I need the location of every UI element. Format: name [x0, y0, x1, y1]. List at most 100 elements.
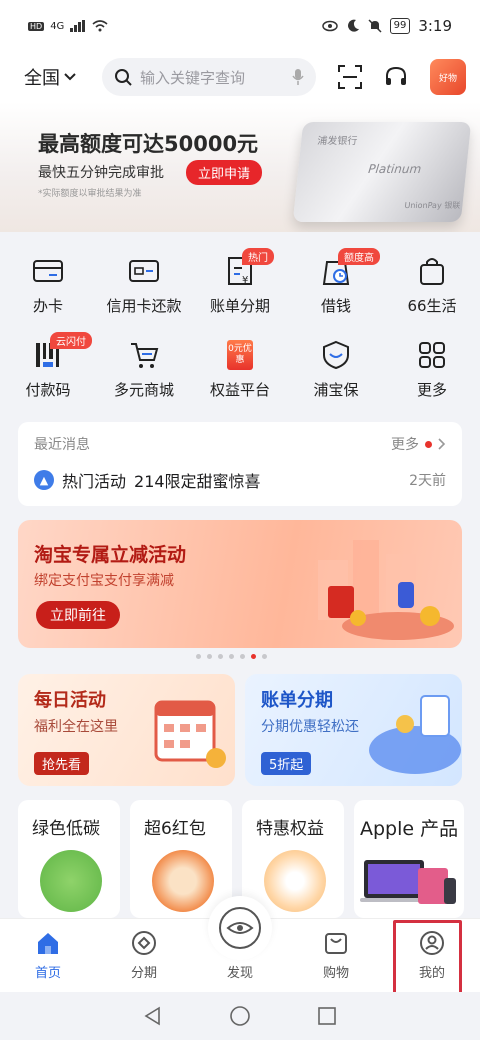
leaf-icon [40, 850, 102, 912]
carousel-dot [218, 654, 223, 659]
cart-icon [127, 338, 161, 371]
promo-illustration [318, 540, 454, 640]
message-category: 热门活动 [62, 472, 127, 491]
microphone-icon[interactable] [292, 69, 304, 85]
service-label: 账单分期 [209, 297, 270, 315]
status-bar: HD 4G 99 3:19 [0, 0, 480, 52]
promo-subtitle: 绑定支付宝支付享满减 [34, 573, 174, 589]
search-icon [115, 69, 132, 86]
back-icon[interactable] [143, 1006, 163, 1026]
hd-icon: HD [28, 21, 45, 31]
region-selector[interactable]: 全国 [24, 64, 102, 90]
card-subtitle: 福利全在这里 [34, 719, 118, 735]
tile-title: Apple 产品 [360, 818, 459, 840]
banner-subtitle: 最快五分钟完成审批 [38, 165, 164, 181]
promo-title: 淘宝专属立减活动 [34, 544, 187, 566]
carousel-dot [262, 654, 267, 659]
carousel-indicator [196, 654, 267, 659]
carousel-dot-active [251, 654, 256, 659]
service-label: 浦宝保 [313, 381, 359, 399]
avatar-text: 好物 [438, 73, 457, 84]
flame-icon: ▲ [34, 470, 54, 490]
service-label: 权益平台 [209, 381, 270, 399]
top-bar: 全国 输入关键字查询 好物 [0, 52, 480, 102]
grid-icon [415, 338, 449, 371]
discount-button[interactable]: 5折起 [261, 752, 312, 775]
service-borrow-money[interactable]: 额度高 借钱 [288, 232, 384, 316]
credit-card-image: 浦发银行 Platinum UnionPay 银联 [292, 122, 472, 222]
card-title: 每日活动 [34, 690, 106, 711]
devices-icon [360, 860, 456, 904]
scan-icon[interactable] [338, 65, 362, 89]
service-bill-installment[interactable]: 热门 ¥ 账单分期 [192, 232, 288, 316]
card-tier: Platinum [367, 162, 422, 176]
moon-icon [347, 19, 359, 32]
home-circle-icon[interactable] [229, 1005, 251, 1027]
service-insurance[interactable]: 浦宝保 [288, 316, 384, 400]
wifi-icon [92, 20, 108, 32]
credit-card-banner[interactable]: 最高额度可达50000元 最快五分钟完成审批 立即申请 *实际额度以审批结果为准… [0, 102, 480, 232]
discover-center-button[interactable] [208, 896, 272, 960]
search-placeholder: 输入关键字查询 [140, 68, 246, 87]
service-66-life[interactable]: 66生活 [384, 232, 480, 316]
tab-label: 购物 [322, 966, 349, 981]
service-more[interactable]: 更多 [384, 316, 480, 400]
service-label: 付款码 [25, 381, 71, 399]
apple-products-tile[interactable]: Apple 产品 [354, 800, 464, 918]
user-icon [420, 931, 444, 955]
installment-illustration [369, 695, 461, 774]
card-bank-name: 浦发银行 [316, 136, 358, 147]
tab-home[interactable]: 首页 [0, 919, 96, 992]
shop-avatar-icon[interactable]: 好物 [430, 59, 466, 95]
mute-icon [368, 19, 382, 33]
recents-icon[interactable] [317, 1006, 337, 1026]
tab-label: 首页 [34, 966, 61, 981]
taobao-promo-banner[interactable]: 淘宝专属立减活动 绑定支付宝支付享满减 立即前往 [18, 520, 462, 648]
go-now-button[interactable]: 立即前往 [36, 601, 120, 629]
message-item[interactable]: ▲ 热门活动 214限定甜蜜惊喜 2天前 [34, 468, 446, 492]
eye-icon [219, 907, 261, 949]
carousel-dot [229, 654, 234, 659]
carousel-dot [207, 654, 212, 659]
signal-icon [70, 20, 86, 32]
messages-more-link[interactable]: 更多 [391, 434, 446, 454]
service-grid: 办卡 信用卡还款 热门 ¥ 账单分期 额度高 借钱 66生活 云闪付 付款码 多… [0, 232, 480, 412]
banner-title: 最高额度可达50000元 [38, 132, 259, 156]
card-icon [31, 254, 65, 287]
search-input[interactable]: 输入关键字查询 [102, 58, 316, 96]
hot-badge: 热门 [242, 248, 274, 265]
carousel-dot [240, 654, 245, 659]
daily-activity-card[interactable]: 每日活动 福利全在这里 抢先看 [18, 674, 235, 786]
chevron-down-icon [64, 73, 76, 81]
red-packet-tile[interactable]: 超6红包 [130, 800, 232, 918]
benefit-icon-text: 0元优惠 [227, 339, 253, 370]
eye-comfort-icon [321, 20, 338, 32]
high-limit-badge: 额度高 [338, 248, 380, 265]
tab-installment[interactable]: 分期 [96, 919, 192, 992]
service-benefit-platform[interactable]: 0元优惠 权益平台 [192, 316, 288, 400]
shopping-bag-icon [325, 933, 347, 954]
headset-icon[interactable] [384, 65, 408, 89]
service-label: 66生活 [407, 297, 457, 315]
message-text: 214限定甜蜜惊喜 [134, 472, 261, 491]
service-apply-card[interactable]: 办卡 [0, 232, 96, 316]
home-icon [38, 933, 58, 954]
service-mall[interactable]: 多元商城 [96, 316, 192, 400]
tab-shopping[interactable]: 购物 [288, 919, 384, 992]
service-card-repayment[interactable]: 信用卡还款 [96, 232, 192, 316]
rabbit-red-packet-icon [152, 850, 214, 912]
tab-mine[interactable]: 我的 [384, 919, 480, 992]
service-label: 办卡 [32, 297, 63, 315]
clock: 3:19 [418, 17, 452, 35]
bill-installment-card[interactable]: 账单分期 分期优惠轻松还 5折起 [245, 674, 462, 786]
tile-title: 绿色低碳 [32, 819, 100, 839]
recent-messages-card[interactable]: 最近消息 更多 ▲ 热门活动 214限定甜蜜惊喜 2天前 [18, 422, 462, 506]
peek-button[interactable]: 抢先看 [34, 752, 90, 775]
messages-title: 最近消息 [34, 437, 90, 453]
apply-now-button[interactable]: 立即申请 [186, 160, 263, 185]
installment-icon [132, 931, 156, 955]
more-label: 更多 [391, 437, 419, 453]
green-lowcarbon-tile[interactable]: 绿色低碳 [18, 800, 120, 918]
service-label: 更多 [416, 381, 447, 399]
service-payment-code[interactable]: 云闪付 付款码 [0, 316, 96, 400]
